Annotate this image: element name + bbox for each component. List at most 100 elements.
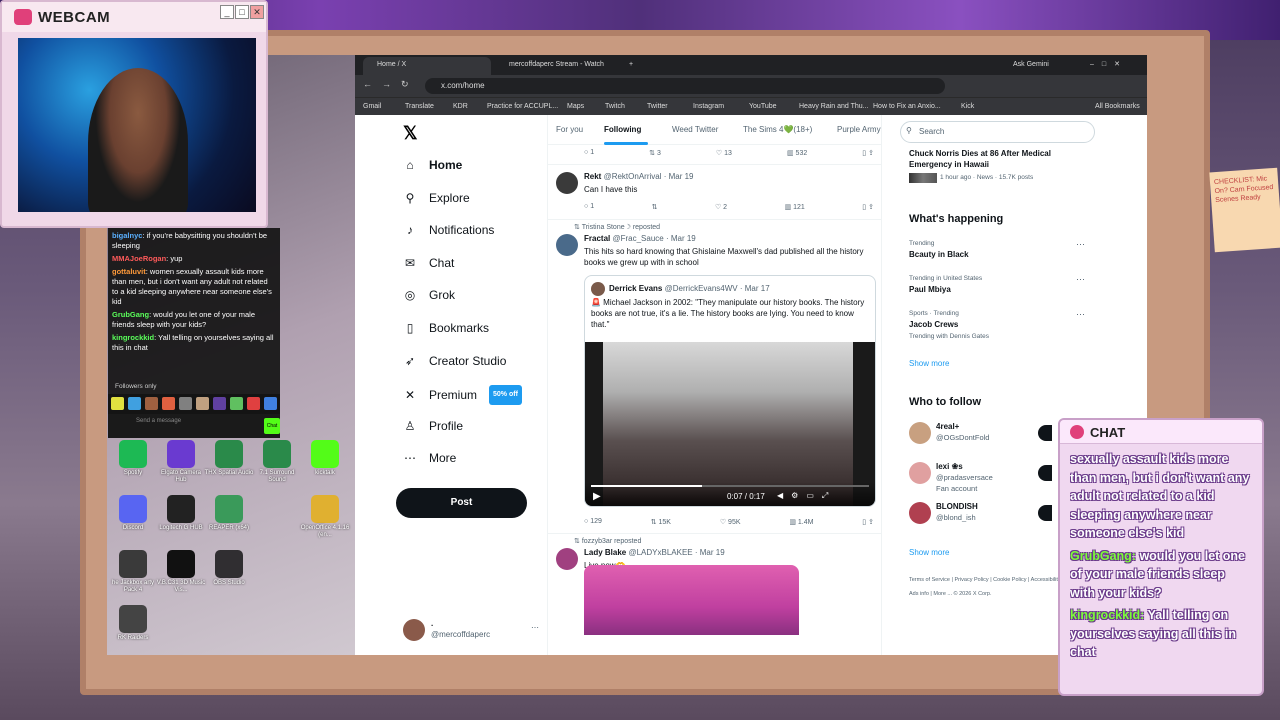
views-button[interactable]: ▥ 121 — [785, 203, 805, 213]
nav-item-home[interactable]: ⌂ Home — [403, 157, 462, 173]
desktop-icon[interactable]: THX Spatial Audio — [203, 440, 255, 477]
bookmark-item[interactable]: Instagram — [693, 101, 724, 113]
avatar[interactable] — [556, 172, 578, 194]
show-more-follow[interactable]: Show more — [909, 548, 949, 557]
bookmark-item[interactable]: Gmail — [363, 101, 381, 113]
follow-name[interactable]: 4real+ — [936, 422, 959, 431]
url-input[interactable]: x.com/home — [425, 78, 945, 94]
bookmark-item[interactable]: Kick — [961, 101, 974, 113]
tab-stream[interactable]: mercoffdaperc Stream - Watch — [495, 57, 623, 75]
post-rekt[interactable]: Rekt @RektOnArrival · Mar 19 Can I have … — [548, 165, 881, 220]
nav-item-grok[interactable]: ◎ Grok — [403, 287, 455, 303]
desktop-icon[interactable]: Discord — [107, 495, 159, 532]
news-headline[interactable]: Chuck Norris Dies at 86 After Medical Em… — [909, 148, 1079, 170]
like-button[interactable]: ♡ 95K — [720, 518, 741, 528]
avatar[interactable] — [909, 462, 931, 484]
chat-username[interactable]: bigalnyc — [112, 231, 142, 240]
progress-track[interactable] — [591, 485, 869, 487]
show-more-trends[interactable]: Show more — [909, 359, 949, 368]
bookmark-item[interactable]: How to Fix an Anxio... — [873, 101, 941, 113]
views-button[interactable]: ▥ 532 — [787, 149, 807, 159]
nav-item-notifications[interactable]: ♪ Notifications — [403, 222, 494, 238]
trend-item[interactable]: Paul Mbiya — [909, 285, 951, 294]
reply-button[interactable]: ○ 1 — [584, 149, 594, 159]
follow-name[interactable]: lexi ❀s — [936, 462, 963, 471]
nav-item-creator-studio[interactable]: ➶ Creator Studio — [403, 353, 506, 369]
trend-item[interactable]: Bcauty in Black — [909, 250, 969, 259]
nav-buttons[interactable]: ←→↻ — [363, 79, 419, 90]
avatar[interactable] — [909, 502, 931, 524]
desktop-icon[interactable]: OpenOffice 4.1.16 (en... — [299, 495, 351, 539]
tab-following[interactable]: Following — [604, 125, 641, 134]
nav-item-bookmarks[interactable]: ▯ Bookmarks — [403, 320, 489, 336]
avatar[interactable] — [909, 422, 931, 444]
bookmark-item[interactable]: Practice for ACCUPL... — [487, 101, 558, 113]
video-player[interactable]: ▶ 0:07 / 0:17 ◀︎⚙▭⤢ — [585, 342, 875, 506]
follow-button[interactable] — [1038, 425, 1052, 441]
search-input[interactable]: Search — [900, 121, 1095, 143]
bookmark-item[interactable]: Twitch — [605, 101, 625, 113]
minimize-button[interactable]: _ — [220, 5, 234, 19]
close-button[interactable]: ✕ — [250, 5, 264, 19]
desktop-icon[interactable]: kicktalk — [299, 440, 351, 477]
bookmark-icon[interactable]: ▯ ⇪ — [862, 149, 874, 159]
bookmark-item[interactable]: Translate — [405, 101, 434, 113]
trend-item[interactable]: Jacob Crews — [909, 320, 958, 329]
desktop-icon[interactable]: Logitech G HUB — [155, 495, 207, 532]
views-button[interactable]: ▥ 1.4M — [789, 518, 813, 528]
maximize-button[interactable]: □ — [235, 5, 249, 19]
all-bookmarks[interactable]: All Bookmarks — [1095, 101, 1140, 113]
footer-links[interactable]: Terms of Service | Privacy Policy | Cook… — [909, 573, 1074, 601]
nav-item-premium[interactable]: ✕ Premium 50% off — [403, 385, 522, 406]
post-fractal[interactable]: ⇅ Tristina Stone☽ reposted Fractal @Frac… — [548, 220, 881, 534]
post-image[interactable] — [584, 565, 799, 635]
repost-button[interactable]: ⇅ — [652, 203, 658, 213]
bookmark-item[interactable]: YouTube — [749, 101, 777, 113]
follow-name[interactable]: BLONDISH — [936, 502, 978, 511]
tab-home-x[interactable]: Home / X — [363, 57, 491, 75]
video-control-icons[interactable]: ◀︎⚙▭⤢ — [777, 491, 836, 501]
tab-purple-army[interactable]: Purple Army — [837, 125, 881, 134]
bookmark-item[interactable]: Twitter — [647, 101, 668, 113]
nav-item-profile[interactable]: ♙ Profile — [403, 418, 463, 434]
avatar[interactable] — [556, 234, 578, 256]
tab-for-you[interactable]: For you — [556, 125, 583, 134]
play-icon[interactable]: ▶ — [593, 491, 601, 502]
new-tab-button[interactable]: + — [625, 57, 645, 75]
repost-button[interactable]: ⇅ 3 — [649, 149, 661, 159]
post-author[interactable]: Rekt @RektOnArrival · Mar 19 — [584, 172, 694, 181]
bookmark-item[interactable]: Heavy Rain and Thu... — [799, 101, 869, 113]
bookmark-icon[interactable]: ▯ ⇪ — [862, 203, 874, 213]
reply-button[interactable]: ○ 129 — [584, 518, 602, 528]
chat-username[interactable]: kingrockkid — [112, 333, 154, 342]
window-controls[interactable]: –□✕ — [1090, 57, 1140, 75]
desktop-icon[interactable]: 7.1 Surround Sound — [251, 440, 303, 484]
desktop-icon[interactable]: Elgato Camera Hub — [155, 440, 207, 484]
follow-button[interactable] — [1038, 505, 1052, 521]
post-author[interactable]: Lady Blake @LADYxBLAKEE · Mar 19 — [584, 548, 725, 557]
chat-input[interactable]: Send a message — [136, 418, 186, 434]
like-button[interactable]: ♡ 2 — [715, 203, 727, 213]
quoted-post[interactable]: Derrick Evans @DerrickEvans4WV · Mar 17 … — [584, 275, 876, 507]
chat-username[interactable]: GrubGang — [112, 310, 149, 319]
desktop-icon[interactable]: V.B.C31 3D Music Vis... — [155, 550, 207, 594]
nav-item-more[interactable]: ⋯ More — [403, 450, 456, 466]
desktop-icon[interactable]: he Jackbox arty Pack 4 — [107, 550, 159, 594]
bookmark-item[interactable]: KDR — [453, 101, 468, 113]
more-icon[interactable]: ⋯ — [1076, 239, 1085, 250]
ask-gemini-button[interactable]: Ask Gemini — [1005, 57, 1065, 75]
desktop-icon[interactable]: REAPER (x64) — [203, 495, 255, 532]
tab-sims[interactable]: The Sims 4💚(18+) — [743, 125, 812, 134]
post-author[interactable]: Fractal @Frac_Sauce · Mar 19 — [584, 234, 696, 243]
post-button[interactable]: Post — [396, 488, 527, 518]
follow-button[interactable] — [1038, 465, 1052, 481]
tab-weed-twitter[interactable]: Weed Twitter — [672, 125, 718, 134]
nav-item-chat[interactable]: ✉ Chat — [403, 255, 454, 271]
bookmark-item[interactable]: Maps — [567, 101, 584, 113]
more-icon[interactable]: ⋯ — [1076, 309, 1085, 320]
chat-username[interactable]: gottaluvit — [112, 267, 146, 276]
desktop-icon[interactable]: OBS Studio — [203, 550, 255, 587]
avatar[interactable] — [556, 548, 578, 570]
bookmark-icon[interactable]: ▯ ⇪ — [862, 518, 874, 528]
x-logo-icon[interactable]: 𝕏 — [403, 123, 418, 144]
